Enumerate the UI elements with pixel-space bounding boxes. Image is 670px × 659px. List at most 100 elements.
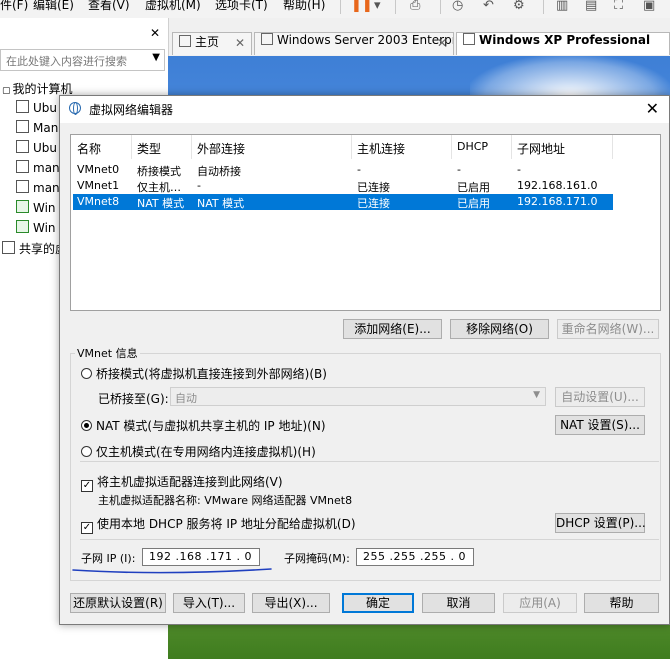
checkbox-checked-icon[interactable]: ✓ [81,522,93,534]
menu-help[interactable]: 帮助(H) [283,0,325,13]
tree-vm-item[interactable]: Win [16,220,56,238]
cell-name: VMnet0 [77,163,120,176]
export-button[interactable]: 导出(X)... [252,593,330,613]
checkbox-checked-icon[interactable]: ✓ [81,480,93,492]
nat-settings-button[interactable]: NAT 设置(S)... [555,415,645,435]
vm-icon [16,180,29,193]
tree-shared-vms[interactable]: 共享的虚 [2,240,67,258]
table-row[interactable]: VMnet1 仅主机… - 已连接 已启用 192.168.161.0 [73,178,613,194]
vm-icon [16,140,29,153]
tree-vm-item[interactable]: man [16,180,60,198]
radio-button[interactable] [81,446,92,457]
fullscreen-icon[interactable]: ⛶ [614,0,623,14]
revert-snapshot-icon[interactable]: ↶ [483,0,494,14]
tree-label: Ubu [33,141,58,155]
tree-vm-item[interactable]: man [16,160,60,178]
tab-home[interactable]: 主页 ✕ [172,32,252,55]
help-button[interactable]: 帮助 [584,593,659,613]
menu-vm[interactable]: 虚拟机(M) [145,0,201,13]
library-search-input[interactable]: 在此处键入内容进行搜索 ▼ [0,49,165,71]
virtual-network-editor-dialog: 虚拟网络编辑器 ✕ 名称 类型 外部连接 主机连接 DHCP 子网地址 VMne… [59,95,670,625]
import-button[interactable]: 导入(T)... [173,593,245,613]
dialog-title: 虚拟网络编辑器 [89,103,174,117]
chevron-down-icon[interactable]: ▼ [152,52,160,63]
bridge-mode-radio[interactable]: 桥接模式(将虚拟机直接连接到外部网络)(B) [81,365,327,381]
tab-label: 主页 [195,35,220,49]
column-header-external[interactable]: 外部连接 [197,140,245,164]
tab-bar: 主页 ✕ Windows Server 2003 Enterpr… ✕ Window… [170,30,670,56]
tree-vm-item[interactable]: Man [16,120,58,138]
nat-mode-label: NAT 模式(与虚拟机共享主机的 IP 地址)(N) [96,419,326,433]
auto-settings-button[interactable]: 自动设置(U)... [555,387,645,407]
vm-icon [16,120,29,133]
close-icon[interactable]: ✕ [150,26,160,40]
cell-subnet: 192.168.161.0 [517,179,598,192]
vmnet-info-label: VMnet 信息 [75,345,140,361]
tree-vm-item[interactable]: Win [16,200,56,218]
cell-subnet: 192.168.171.0 [517,195,598,208]
bridged-to-select[interactable]: 自动 ▼ [170,387,546,406]
cancel-button[interactable]: 取消 [422,593,495,613]
vm-icon [261,33,273,45]
menu-file[interactable]: 件(F) [0,0,28,13]
restore-defaults-button[interactable]: 还原默认设置(R) [70,593,166,613]
column-header-subnet[interactable]: 子网地址 [517,140,565,164]
vm-running-icon [16,220,29,233]
home-icon [179,35,191,47]
chevron-down-icon[interactable]: ▾ [374,0,381,14]
remove-network-button[interactable]: 移除网络(O) [450,319,549,339]
host-only-radio[interactable]: 仅主机模式(在专用网络内连接虚拟机)(H) [81,443,316,459]
tree-label: man [33,181,60,195]
snapshot-icon[interactable]: ◷ [452,0,463,14]
network-list[interactable]: 名称 类型 外部连接 主机连接 DHCP 子网地址 VMnet0 桥接模式 自动… [70,134,661,311]
ok-button[interactable]: 确定 [342,593,414,613]
rename-network-button[interactable]: 重命名网络(W)... [557,319,659,339]
radio-button[interactable] [81,368,92,379]
connect-adapter-checkbox[interactable]: ✓ 将主机虚拟适配器连接到此网络(V) [81,473,283,492]
bridged-to-value: 自动 [175,392,197,405]
close-icon[interactable]: ✕ [235,36,245,50]
tree-label: Man [33,121,59,135]
pause-icon[interactable]: ❚❚ [351,0,373,14]
tree-label: man [33,161,60,175]
collapse-icon[interactable]: ▢ [2,86,11,96]
annotation-underline [72,568,272,574]
radio-button-selected[interactable] [81,420,92,431]
apply-button[interactable]: 应用(A) [503,593,577,613]
tree-label: Ubu [33,101,58,115]
menu-view[interactable]: 查看(V) [88,0,130,13]
add-network-button[interactable]: 添加网络(E)... [343,319,442,339]
cell-dhcp: 已启用 [457,181,490,194]
tree-vm-item[interactable]: Ubu [16,140,57,158]
tab-windows-server-2003[interactable]: Windows Server 2003 Enterpr… ✕ [254,32,454,55]
dialog-titlebar: 虚拟网络编辑器 ✕ [60,96,669,123]
use-dhcp-checkbox[interactable]: ✓ 使用本地 DHCP 服务将 IP 地址分配给虚拟机(D) [81,515,356,534]
snapshot-manager-icon[interactable]: ⚙ [513,0,525,14]
chevron-down-icon: ▼ [533,390,540,400]
table-row-selected[interactable]: VMnet8 NAT 模式 NAT 模式 已连接 已启用 192.168.171… [73,194,613,210]
column-header-host[interactable]: 主机连接 [357,140,405,164]
vm-running-icon [16,200,29,213]
sidebar-toggle-icon[interactable]: ▥ [556,0,568,14]
tree-vm-item[interactable]: Ubu [16,100,57,118]
nat-mode-radio[interactable]: NAT 模式(与虚拟机共享主机的 IP 地址)(N) [81,417,326,433]
subnet-mask-input[interactable]: 255 .255 .255 . 0 [356,548,474,566]
tab-windows-xp[interactable]: Windows XP Professional [456,32,670,55]
table-row[interactable]: VMnet0 桥接模式 自动桥接 - - - [73,162,613,178]
column-header-type[interactable]: 类型 [137,140,161,164]
dhcp-settings-button[interactable]: DHCP 设置(P)... [555,513,646,533]
divider [80,539,659,540]
close-icon[interactable]: ✕ [646,99,659,118]
send-keys-icon[interactable]: ⎙ [410,0,420,14]
vm-icon [16,100,29,113]
unity-icon[interactable]: ▣ [643,0,655,14]
subnet-ip-input[interactable]: 192 .168 .171 . 0 [142,548,260,566]
console-view-icon[interactable]: ▤ [585,0,597,14]
cell-name: VMnet1 [77,179,120,192]
column-header-dhcp[interactable]: DHCP [457,140,488,164]
close-icon[interactable]: ✕ [437,36,447,50]
menu-bar: 件(F) 编辑(E) 查看(V) 虚拟机(M) 选项卡(T) 帮助(H) ❚❚ … [0,0,670,18]
menu-tabs[interactable]: 选项卡(T) [215,0,268,13]
menu-edit[interactable]: 编辑(E) [33,0,74,13]
column-header-name[interactable]: 名称 [77,140,101,164]
